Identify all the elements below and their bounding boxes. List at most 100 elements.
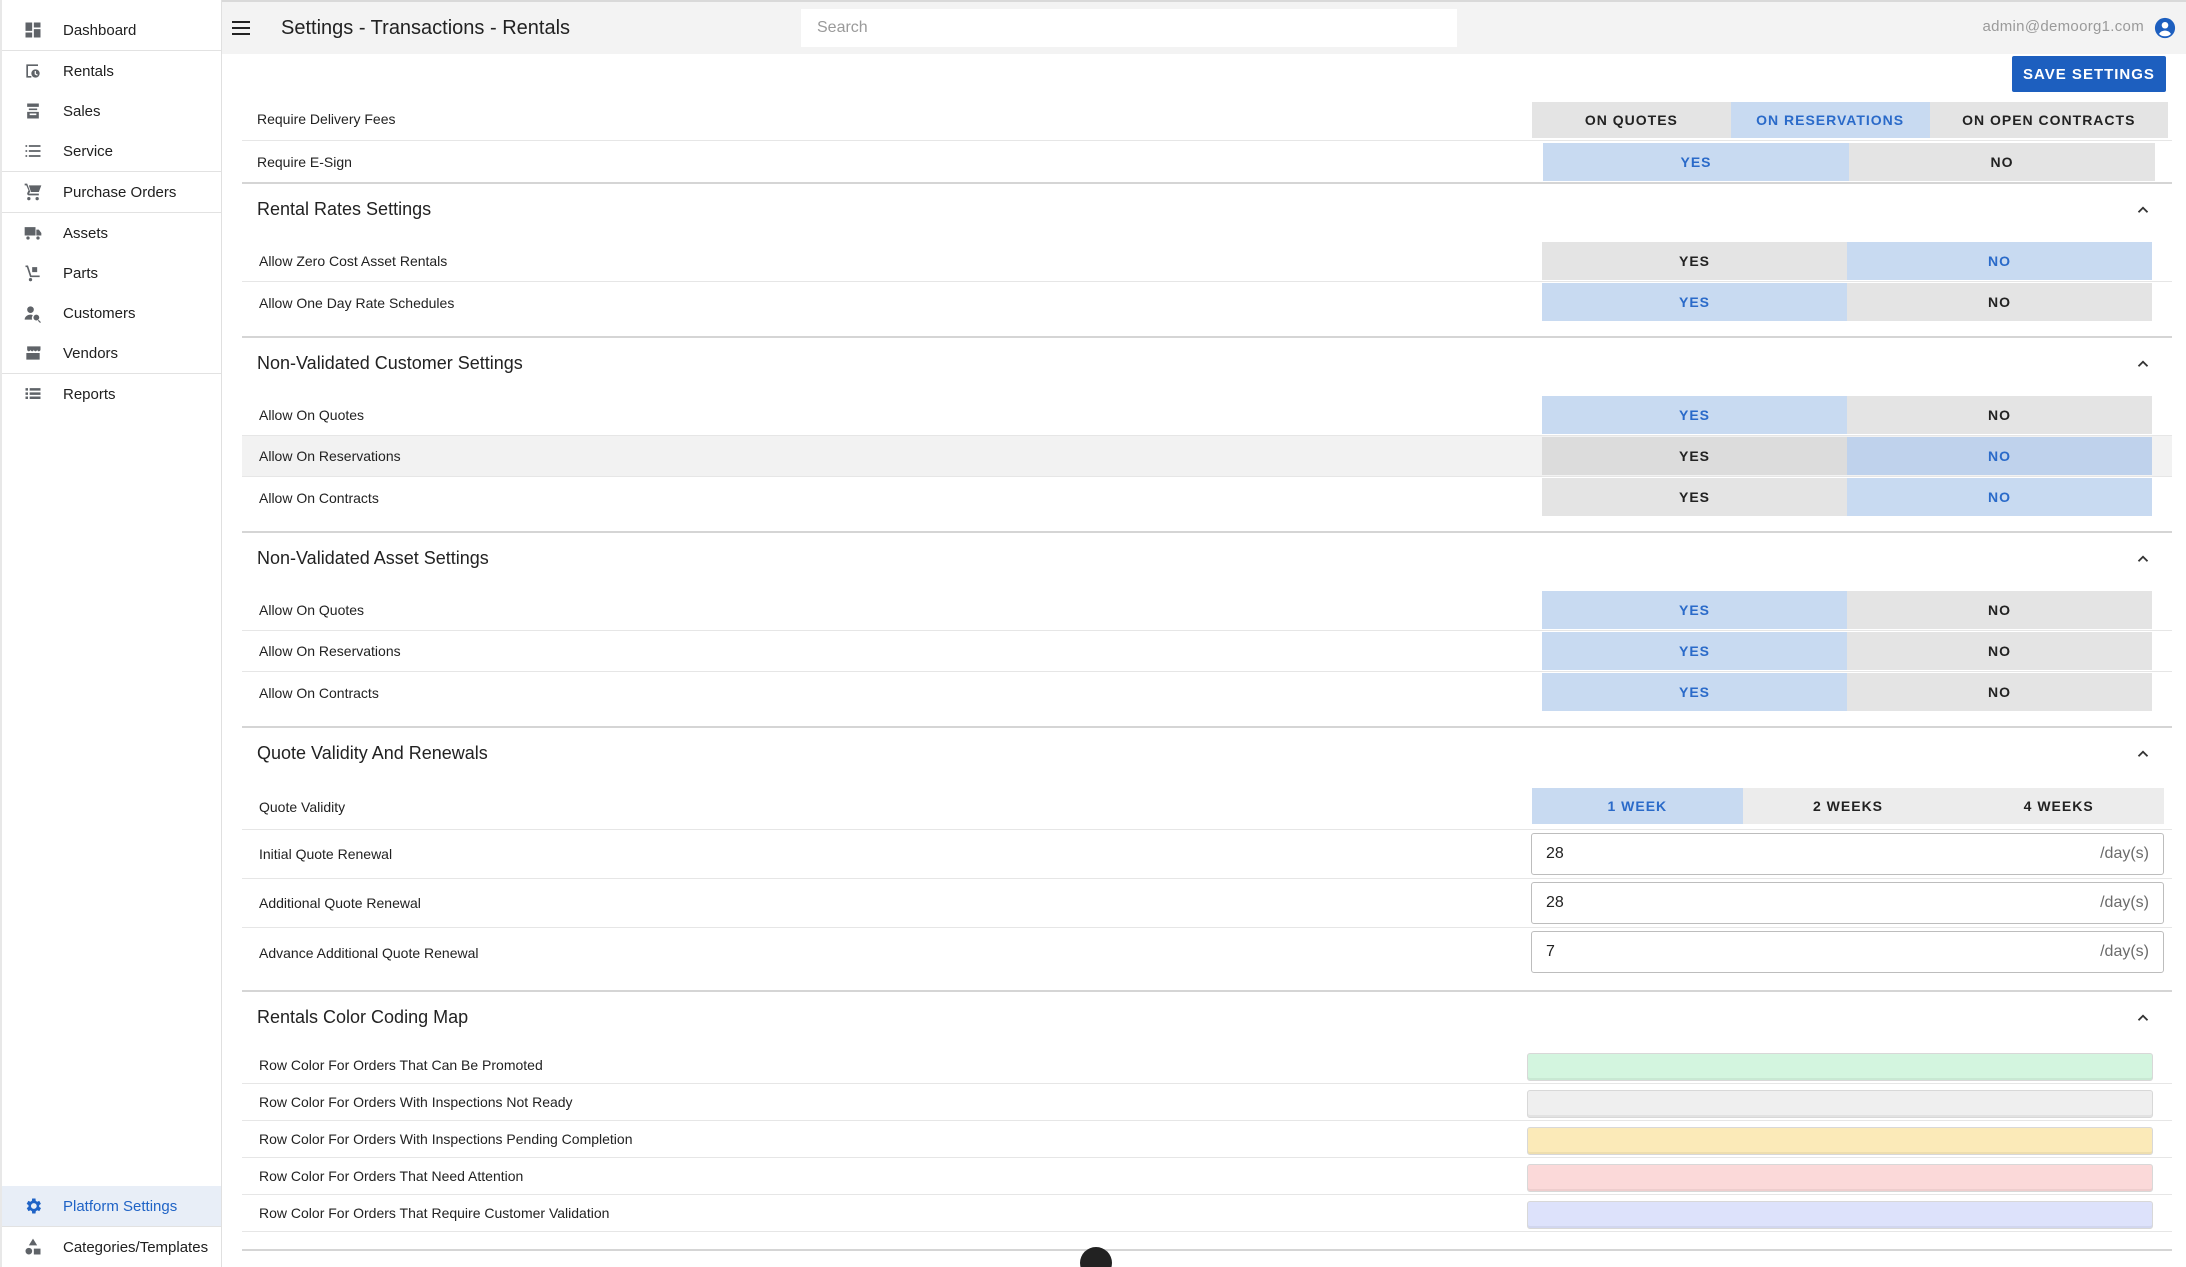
- nav-group-templates: Categories/Templates: [2, 1227, 221, 1267]
- save-settings-button[interactable]: SAVE SETTINGS: [2012, 56, 2166, 92]
- sidebar-item-parts[interactable]: Parts: [2, 253, 221, 293]
- setting-label: Require Delivery Fees: [257, 111, 396, 127]
- chevron-up-icon[interactable]: [2134, 745, 2152, 763]
- asset-contracts-toggle: YES NO: [1542, 673, 2152, 711]
- option-yes[interactable]: YES: [1542, 632, 1847, 670]
- sidebar-item-customers[interactable]: Customers: [2, 293, 221, 333]
- nav-group-inventory: Assets Parts Customers Vendors: [2, 213, 221, 374]
- chevron-up-icon[interactable]: [2134, 550, 2152, 568]
- option-1-week[interactable]: 1 WEEK: [1532, 788, 1743, 824]
- sidebar-item-vendors[interactable]: Vendors: [2, 333, 221, 373]
- asset-quotes-toggle: YES NO: [1542, 591, 2152, 629]
- sidebar-item-label: Parts: [63, 264, 99, 282]
- section-title: Rental Rates Settings: [257, 198, 432, 219]
- nav-group-reports: Reports: [2, 374, 221, 414]
- sidebar-item-sales[interactable]: Sales: [2, 91, 221, 131]
- sidebar-item-dashboard[interactable]: Dashboard: [2, 10, 221, 50]
- top-bar: Settings - Transactions - Rentals admin@…: [222, 0, 2186, 54]
- sidebar-item-reports[interactable]: Reports: [2, 374, 221, 414]
- initial-quote-renewal-input[interactable]: [1546, 845, 2101, 863]
- setting-label: Allow On Reservations: [259, 643, 401, 659]
- setting-label: Row Color For Orders With Inspections Pe…: [259, 1131, 633, 1147]
- option-yes[interactable]: YES: [1542, 283, 1847, 321]
- sidebar-item-categories-templates[interactable]: Categories/Templates: [2, 1227, 221, 1267]
- nav-group-purchasing: Purchase Orders: [2, 172, 221, 213]
- advance-quote-renewal-input[interactable]: [1546, 943, 2101, 961]
- sidebar-item-assets[interactable]: Assets: [2, 213, 221, 253]
- chevron-up-icon[interactable]: [2134, 1009, 2152, 1027]
- option-yes[interactable]: YES: [1542, 242, 1847, 280]
- customer-contracts-toggle: YES NO: [1542, 478, 2152, 516]
- color-swatch-inspections-pending[interactable]: [1527, 1127, 2153, 1155]
- chevron-up-icon[interactable]: [2134, 201, 2152, 219]
- section-non-validated-customer[interactable]: Non-Validated Customer Settings: [242, 336, 2172, 388]
- delivery-fees-toggle: ON QUOTES ON RESERVATIONS ON OPEN CONTRA…: [1532, 102, 2168, 138]
- option-yes[interactable]: YES: [1542, 591, 1847, 629]
- sidebar-item-label: Sales: [63, 102, 101, 120]
- option-on-open-contracts[interactable]: ON OPEN CONTRACTS: [1929, 102, 2168, 138]
- option-no[interactable]: NO: [1849, 143, 2155, 181]
- sidebar-item-label: Purchase Orders: [63, 183, 177, 201]
- option-no[interactable]: NO: [1847, 437, 2152, 475]
- color-swatch-inspections-not-ready[interactable]: [1527, 1090, 2153, 1118]
- color-swatch-customer-validation[interactable]: [1527, 1201, 2153, 1229]
- sidebar-item-label: Assets: [63, 224, 109, 242]
- sidebar-item-service[interactable]: Service: [2, 131, 221, 171]
- sidebar-item-label: Categories/Templates: [63, 1238, 209, 1256]
- menu-icon[interactable]: [232, 16, 256, 40]
- additional-quote-renewal-input[interactable]: [1546, 894, 2101, 912]
- sidebar-item-platform-settings[interactable]: Platform Settings: [2, 1186, 221, 1226]
- dashboard-icon: [22, 19, 44, 41]
- color-swatch-need-attention[interactable]: [1527, 1164, 2153, 1192]
- sidebar-item-label: Platform Settings: [63, 1197, 178, 1215]
- advance-quote-renewal-field: /day(s): [1531, 931, 2164, 973]
- sidebar-bottom: Platform Settings Categories/Templates: [2, 1186, 221, 1267]
- cart-icon: [22, 181, 44, 203]
- option-yes[interactable]: YES: [1543, 143, 1849, 181]
- option-yes[interactable]: YES: [1542, 437, 1847, 475]
- unit-label: /day(s): [2100, 845, 2149, 862]
- rentals-icon: [22, 60, 44, 82]
- option-no[interactable]: NO: [1847, 242, 2152, 280]
- customer-reservations-toggle: YES NO: [1542, 437, 2152, 475]
- option-4-weeks[interactable]: 4 WEEKS: [1953, 788, 2165, 824]
- setting-label: Require E-Sign: [257, 153, 352, 170]
- one-day-rate-toggle: YES NO: [1542, 283, 2152, 321]
- setting-label: Row Color For Orders That Require Custom…: [259, 1205, 610, 1221]
- section-color-coding-map[interactable]: Rentals Color Coding Map: [242, 990, 2172, 1042]
- option-no[interactable]: NO: [1847, 632, 2152, 670]
- asset-reservations-toggle: YES NO: [1542, 632, 2152, 670]
- sidebar-item-rentals[interactable]: Rentals: [2, 51, 221, 91]
- option-no[interactable]: NO: [1847, 673, 2152, 711]
- list-icon: [22, 383, 44, 405]
- option-no[interactable]: NO: [1847, 283, 2152, 321]
- option-on-quotes[interactable]: ON QUOTES: [1532, 102, 1731, 138]
- section-title: Non-Validated Customer Settings: [257, 352, 523, 373]
- setting-label: Initial Quote Renewal: [259, 846, 393, 862]
- setting-label: Row Color For Orders With Inspections No…: [259, 1094, 573, 1110]
- initial-quote-renewal-field: /day(s): [1531, 833, 2164, 875]
- additional-quote-renewal-field: /day(s): [1531, 882, 2164, 924]
- section-title: Rentals Color Coding Map: [257, 1006, 469, 1027]
- option-2-weeks[interactable]: 2 WEEKS: [1742, 788, 1954, 824]
- setting-label: Allow On Quotes: [259, 407, 365, 423]
- service-icon: [22, 140, 44, 162]
- setting-label: Additional Quote Renewal: [259, 895, 421, 911]
- option-no[interactable]: NO: [1847, 591, 2152, 629]
- option-yes[interactable]: YES: [1542, 673, 1847, 711]
- account-icon[interactable]: [2154, 17, 2176, 39]
- option-yes[interactable]: YES: [1542, 396, 1847, 434]
- section-non-validated-asset[interactable]: Non-Validated Asset Settings: [242, 531, 2172, 583]
- sidebar-item-purchase-orders[interactable]: Purchase Orders: [2, 172, 221, 212]
- color-swatch-promoted[interactable]: [1527, 1053, 2153, 1081]
- search-input[interactable]: [801, 9, 1457, 47]
- option-on-reservations[interactable]: ON RESERVATIONS: [1730, 102, 1930, 138]
- section-rental-rates[interactable]: Rental Rates Settings: [242, 182, 2172, 234]
- setting-label: Allow On Contracts: [259, 684, 379, 701]
- option-no[interactable]: NO: [1847, 396, 2152, 434]
- option-no[interactable]: NO: [1847, 478, 2152, 516]
- chevron-up-icon[interactable]: [2134, 355, 2152, 373]
- option-yes[interactable]: YES: [1542, 478, 1847, 516]
- setting-label: Advance Additional Quote Renewal: [259, 944, 479, 961]
- section-quote-validity[interactable]: Quote Validity And Renewals: [242, 726, 2172, 778]
